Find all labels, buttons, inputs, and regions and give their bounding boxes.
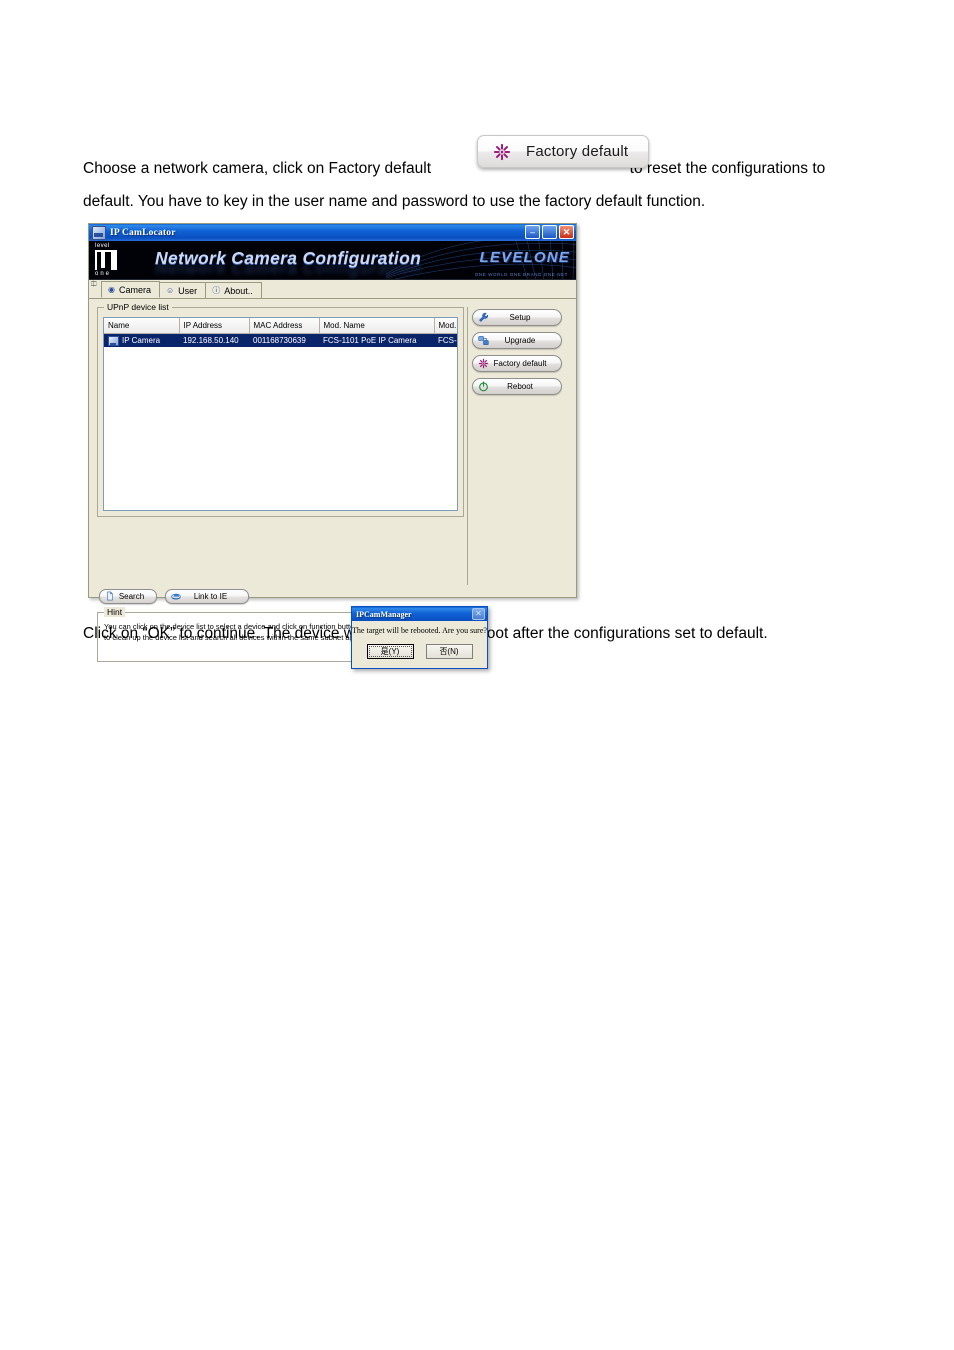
upgrade-button[interactable]: Upgrade: [472, 332, 562, 349]
wrench-icon: [478, 312, 489, 323]
cell-ip-address: 192.168.50.140: [179, 333, 249, 347]
levelone-square-logo: level one: [94, 243, 128, 277]
column-header-ip-address[interactable]: IP Address: [179, 318, 250, 334]
search-button[interactable]: Search: [99, 589, 157, 604]
factory-default-button-graphic: Factory default: [477, 135, 649, 168]
search-doc-icon: [105, 591, 115, 603]
bottom-button-row: Search Link to IE: [99, 589, 249, 604]
app-banner: level one Network Camera Configuration L…: [89, 241, 576, 280]
cell-mac-address: 001168730639: [249, 333, 319, 347]
camera-icon: ◉: [108, 284, 115, 294]
search-button-label: Search: [118, 592, 145, 601]
tab-about-label: About..: [224, 285, 253, 296]
dialog-yes-button[interactable]: 是(Y): [366, 644, 414, 659]
dialog-no-button[interactable]: 否(N): [425, 644, 473, 659]
dialog-close-icon[interactable]: ✕: [472, 608, 485, 620]
dialog-message: The target will be rebooted. Are you sur…: [352, 626, 487, 635]
cell-device-name: IP Camera: [104, 333, 179, 347]
tab-user-label: User: [178, 285, 198, 296]
app-icon: [92, 225, 106, 240]
factory-default-button-label: Factory default: [493, 359, 547, 368]
reboot-button[interactable]: Reboot: [472, 378, 562, 395]
intro-text-after-button: to reset the configurations to: [629, 160, 826, 177]
logo-bottom-text: one: [95, 271, 112, 277]
reboot-confirm-dialog: IPCamManager ✕ The target will be reboot…: [351, 606, 488, 669]
action-button-column: Setup Upgrade Factory default Reboot: [472, 309, 568, 401]
tab-user[interactable]: ☺ User: [159, 282, 207, 298]
intro-paragraph-line-1: Choose a network camera, click on Factor…: [83, 152, 825, 185]
upgrade-button-label: Upgrade: [504, 336, 536, 345]
tab-camera-label: Camera: [118, 284, 151, 295]
ip-camlocator-window: IP CamLocator – ✕ level one Network Came…: [88, 223, 577, 669]
ie-icon: [171, 591, 181, 603]
levelone-tagline: ONE WORLD ONE BRAND ONE NET: [474, 272, 568, 277]
dialog-titlebar: IPCamManager ✕: [352, 607, 487, 621]
tab-bar: ⎅ ◉ Camera ☺ User ⓘ About..: [89, 280, 576, 299]
close-button[interactable]: ✕: [559, 225, 574, 239]
device-name-text: IP Camera: [122, 336, 161, 345]
link-to-ie-button[interactable]: Link to IE: [165, 589, 249, 604]
dialog-button-row: 是(Y) 否(N): [352, 644, 487, 659]
cell-mod-id: FCS-1101: [434, 333, 457, 347]
cell-mod-name: FCS-1101 PoE IP Camera: [319, 333, 434, 347]
table-row[interactable]: IP Camera 192.168.50.140 001168730639 FC…: [104, 333, 457, 347]
levelone-wordmark: LEVELONE: [479, 249, 570, 266]
logo-glyph: [95, 250, 117, 270]
column-header-mod-name[interactable]: Mod. Name: [319, 318, 435, 334]
device-list-table-wrapper[interactable]: Name IP Address MAC Address Mod. Name Mo…: [103, 317, 458, 511]
logo-top-text: level: [95, 243, 110, 249]
tab-camera[interactable]: ◉ Camera: [101, 281, 160, 298]
setup-button-label: Setup: [509, 313, 531, 322]
hint-legend: Hint: [104, 607, 126, 617]
device-list-table: Name IP Address MAC Address Mod. Name Mo…: [104, 318, 457, 347]
setup-button[interactable]: Setup: [472, 309, 562, 326]
window-title: IP CamLocator: [110, 227, 176, 238]
upnp-device-list-legend: UPnP device list: [104, 302, 172, 312]
link-to-ie-button-label: Link to IE: [193, 592, 228, 601]
panel-divider: [467, 307, 468, 585]
window-controls: – ✕: [525, 225, 574, 239]
intro-text-before-button: Choose a network camera, click on Factor…: [83, 160, 432, 177]
asterisk-icon: [493, 143, 511, 160]
info-icon: ⓘ: [212, 285, 221, 295]
window-titlebar: IP CamLocator – ✕: [89, 224, 576, 241]
column-header-mod-id[interactable]: Mod. ID: [434, 318, 457, 334]
minimize-button[interactable]: –: [525, 225, 540, 239]
reboot-button-label: Reboot: [507, 382, 533, 391]
device-list-header-row: Name IP Address MAC Address Mod. Name Mo…: [104, 318, 457, 334]
tab-corner-icon: ⎅: [91, 281, 97, 288]
upgrade-icon: [478, 335, 489, 346]
user-icon: ☺: [166, 285, 175, 295]
factory-default-button-label: Factory default: [526, 143, 629, 160]
upnp-device-list-group: UPnP device list Name IP Address MAC Add…: [97, 302, 464, 517]
column-header-name[interactable]: Name: [104, 318, 180, 334]
intro-paragraph-line-2: default. You have to key in the user nam…: [83, 193, 706, 210]
tab-about[interactable]: ⓘ About..: [205, 282, 262, 298]
camera-tab-panel: UPnP device list Name IP Address MAC Add…: [89, 299, 576, 662]
device-icon: [108, 335, 119, 346]
factory-default-button[interactable]: Factory default: [472, 355, 562, 372]
banner-title: Network Camera Configuration: [155, 248, 422, 268]
asterisk-icon: [478, 358, 489, 369]
power-icon: [478, 381, 489, 392]
dialog-title: IPCamManager: [356, 609, 412, 619]
maximize-button[interactable]: [542, 225, 557, 239]
column-header-mac-address[interactable]: MAC Address: [249, 318, 320, 334]
